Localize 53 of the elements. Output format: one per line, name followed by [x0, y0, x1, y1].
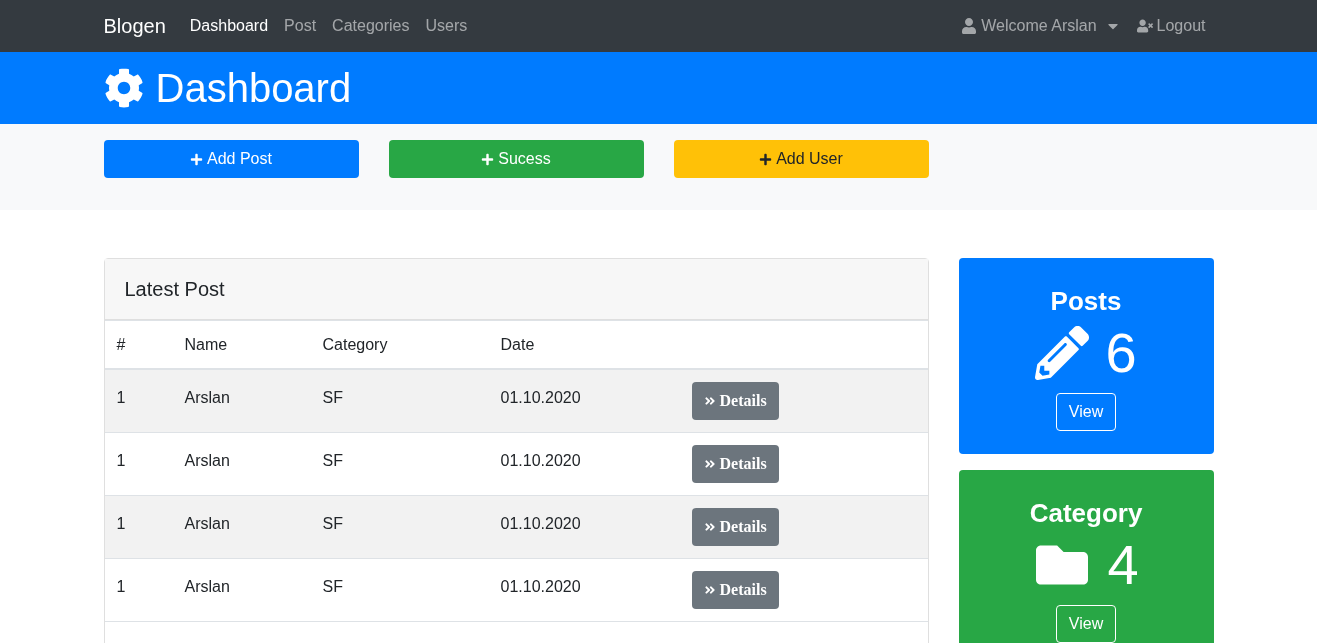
action-button[interactable]: Sucess — [388, 140, 644, 178]
table-cell-text: 1 — [115, 577, 127, 597]
table-cell-text: Arslan — [183, 577, 231, 597]
table-cell-text: 1 — [115, 388, 127, 408]
details-button[interactable]: Details — [691, 382, 779, 420]
brand-logo[interactable]: Blogen — [103, 11, 166, 41]
double-chevron-icon — [703, 584, 716, 596]
gear-icon — [103, 68, 144, 108]
details-button[interactable]: Details — [691, 571, 779, 609]
column-header: Category — [321, 334, 389, 355]
details-button[interactable]: Details — [691, 508, 779, 546]
column-header: Date — [499, 334, 536, 355]
action-button[interactable]: Add User — [673, 140, 929, 178]
plus-icon — [190, 152, 204, 166]
double-chevron-icon — [703, 521, 716, 533]
stat-count: 4 — [1107, 537, 1139, 593]
details-button[interactable]: Details — [691, 445, 779, 483]
table-cell-text: SF — [321, 451, 344, 471]
logout-link[interactable]: Logout — [1136, 14, 1206, 38]
table-cell-text: 01.10.2020 — [499, 514, 582, 534]
double-chevron-icon — [703, 458, 716, 470]
table-cell-text: SF — [321, 577, 344, 597]
nav-link[interactable]: Categories — [332, 14, 410, 38]
table-cell-text: 1 — [115, 514, 127, 534]
table-cell-text: 01.10.2020 — [499, 577, 582, 597]
nav-link[interactable]: Dashboard — [189, 14, 269, 38]
action-button[interactable]: Add Post — [103, 140, 359, 178]
pencil-icon — [1035, 326, 1090, 380]
page-title: Dashboard — [155, 65, 352, 112]
plus-icon — [481, 152, 495, 166]
nav-link[interactable]: Users — [425, 14, 468, 38]
table-cell-text: Arslan — [183, 388, 231, 408]
column-header: Name — [183, 334, 229, 355]
stat-count: 6 — [1105, 325, 1137, 381]
nav-link[interactable]: Post — [284, 14, 317, 38]
view-button[interactable]: View — [1055, 393, 1117, 431]
table-cell-text: Arslan — [183, 514, 231, 534]
user-icon — [961, 18, 978, 34]
stat-title: Category — [1029, 497, 1143, 530]
stat-title: Posts — [1050, 285, 1122, 318]
card-title: Latest Post — [124, 277, 225, 302]
view-button[interactable]: View — [1055, 605, 1117, 643]
table-cell-text: 01.10.2020 — [499, 451, 582, 471]
user-remove-icon — [1136, 18, 1153, 34]
plus-icon — [759, 152, 773, 166]
column-header: # — [115, 334, 127, 355]
user-menu[interactable]: Welcome Arslan — [961, 14, 1121, 38]
table-cell-text: SF — [321, 514, 344, 534]
table-cell-text: SF — [321, 388, 344, 408]
table-cell-text: Arslan — [183, 451, 231, 471]
table-cell-text: 01.10.2020 — [499, 388, 582, 408]
table-cell-text: 1 — [115, 451, 127, 471]
double-chevron-icon — [703, 395, 716, 407]
